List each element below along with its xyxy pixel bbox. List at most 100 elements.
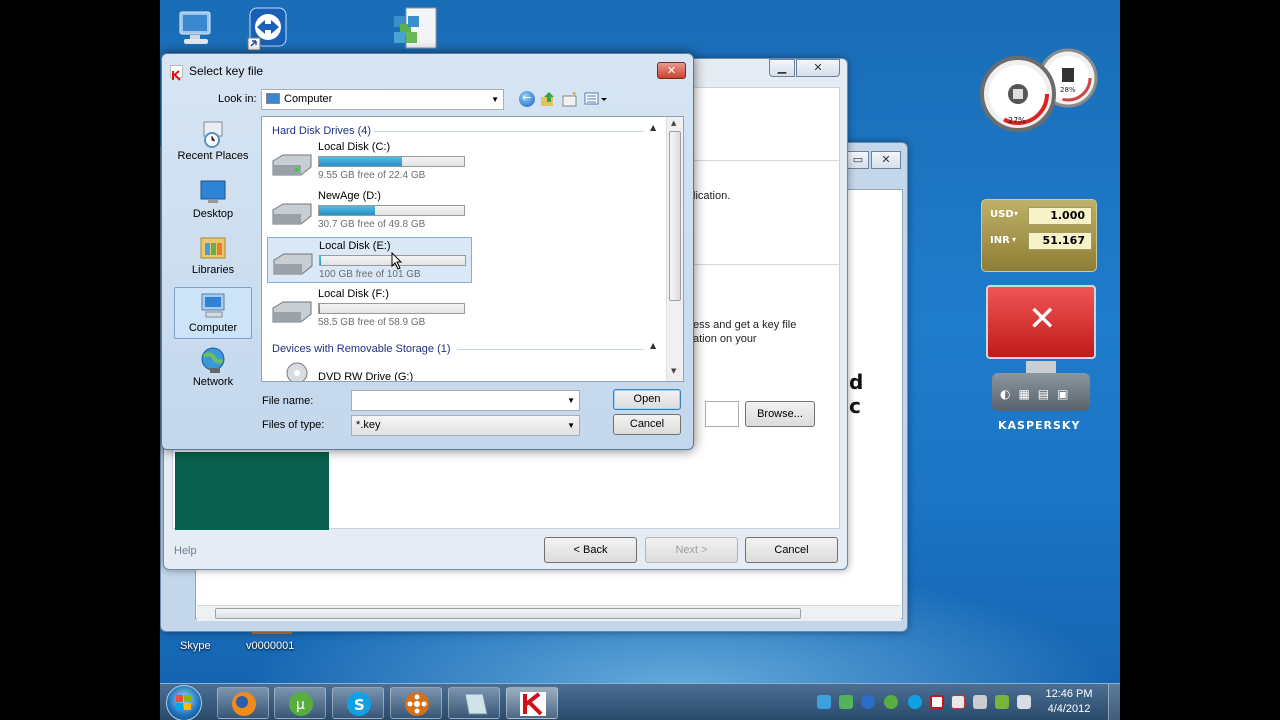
taskbar-media-player[interactable] <box>390 687 442 719</box>
skype-tray-icon[interactable] <box>908 695 922 709</box>
place-libraries[interactable]: Libraries <box>174 234 252 276</box>
registry-file-desktop-icon[interactable] <box>392 6 440 52</box>
flag-tray-icon[interactable] <box>951 695 965 709</box>
hard-disk-icon <box>272 154 312 176</box>
taskbar-utorrent[interactable]: µ <box>274 687 326 719</box>
view-menu-icon[interactable] <box>584 91 608 107</box>
close-button[interactable]: ✕ <box>871 151 901 169</box>
start-button[interactable] <box>166 685 202 720</box>
drive-free-space: 58.5 GB free of 58.9 GB <box>318 317 426 328</box>
clock[interactable]: 12:46 PM 4/4/2012 <box>1040 687 1098 717</box>
dvd-drive-name[interactable]: DVD RW Drive (G:) <box>318 371 413 381</box>
v0000001-desktop-icon[interactable]: v0000001 <box>244 630 304 656</box>
skype-icon: S <box>347 692 371 716</box>
power-tray-icon[interactable] <box>995 695 1009 709</box>
drive-name: Local Disk (F:) <box>318 288 389 300</box>
hard-disk-icon <box>272 203 312 225</box>
horizontal-scrollbar[interactable] <box>197 605 901 621</box>
utorrent-tray-icon[interactable] <box>884 695 898 709</box>
key-path-input[interactable] <box>705 401 739 427</box>
drive-name: Local Disk (E:) <box>319 240 391 252</box>
help-link[interactable]: Help <box>174 545 197 557</box>
group-header-removable[interactable]: Devices with Removable Storage (1) <box>272 343 451 355</box>
kaspersky-tray-icon[interactable] <box>930 695 944 709</box>
drive-usage-bar <box>318 156 465 167</box>
recent-places-icon <box>198 120 228 148</box>
kaspersky-tool-icons[interactable]: ◐▦▤▣ <box>1000 387 1076 401</box>
group-header-hard-disks[interactable]: Hard Disk Drives (4) <box>272 125 371 137</box>
place-desktop-label: Desktop <box>192 208 234 220</box>
clock-time: 12:46 PM <box>1045 688 1093 700</box>
drive-usage-fill <box>319 206 375 215</box>
chevron-down-icon[interactable]: ▼ <box>567 391 575 410</box>
scroll-down-icon[interactable]: ▼ <box>671 367 676 375</box>
select-key-file-dialog: Select key file ✕ Look in: Computer ▼ ← … <box>161 53 694 450</box>
look-in-dropdown[interactable]: Computer ▼ <box>261 89 504 110</box>
drive-usage-fill <box>319 157 403 166</box>
collapse-group-icon[interactable]: ▲ <box>650 123 656 132</box>
drive-item[interactable]: Local Disk (F:) 58.5 GB free of 58.9 GB <box>267 286 472 332</box>
network-tray-icon[interactable] <box>817 695 831 709</box>
drive-free-space: 100 GB free of 101 GB <box>319 269 421 280</box>
close-button[interactable]: ✕ <box>796 59 840 77</box>
restore-button[interactable]: ▭ <box>847 151 869 169</box>
taskbar-skype[interactable]: S <box>332 687 384 719</box>
open-button[interactable]: Open <box>613 389 681 410</box>
bluetooth-tray-icon[interactable] <box>861 695 875 709</box>
drive-name: NewAge (D:) <box>318 190 381 202</box>
drive-usage-bar <box>318 303 465 314</box>
show-desktop-button[interactable] <box>1108 684 1120 720</box>
file-type-dropdown[interactable]: *.key ▼ <box>351 415 580 436</box>
vertical-scrollbar[interactable]: ▲ ▼ <box>666 117 683 381</box>
drive-item[interactable]: Local Disk (C:) 9.55 GB free of 22.4 GB <box>267 139 472 185</box>
teamviewer-tray-icon[interactable] <box>839 695 853 709</box>
drive-item[interactable]: NewAge (D:) 30.7 GB free of 49.8 GB <box>267 188 472 234</box>
file-type-label: Files of type: <box>262 419 325 431</box>
look-in-value: Computer <box>284 93 333 105</box>
browse-button[interactable]: Browse... <box>745 401 815 427</box>
chevron-down-icon: ▼ <box>567 421 575 430</box>
back-button[interactable]: < Back <box>544 537 637 563</box>
dialog-cancel-button[interactable]: Cancel <box>613 414 681 435</box>
currency-gadget[interactable]: USD ▾ 1.000 INR ▾ 51.167 <box>981 199 1097 272</box>
drive-free-space: 30.7 GB free of 49.8 GB <box>318 219 426 230</box>
teamviewer-desktop-icon[interactable] <box>246 6 292 52</box>
volume-tray-icon[interactable] <box>1017 695 1031 709</box>
place-network[interactable]: Network <box>174 346 252 388</box>
inr-dropdown-icon[interactable]: ▾ <box>1012 235 1016 244</box>
collapse-group-icon[interactable]: ▲ <box>650 341 656 350</box>
back-navigation-icon[interactable]: ← <box>519 91 535 107</box>
dialog-close-button[interactable]: ✕ <box>657 62 686 79</box>
computer-icon <box>198 292 228 320</box>
place-recent[interactable]: Recent Places <box>174 120 252 162</box>
usd-label[interactable]: USD <box>990 209 1014 220</box>
minimize-button[interactable]: ▁ <box>769 59 795 77</box>
desktop: Skype v0000001 27% 28% USD ▾ 1.000 INR ▾… <box>160 0 1120 720</box>
taskbar-app[interactable] <box>448 687 500 719</box>
hardware-tray-icon[interactable] <box>973 695 987 709</box>
file-name-label: File name: <box>262 395 314 407</box>
next-button[interactable]: Next > <box>645 537 738 563</box>
wizard-cancel-button[interactable]: Cancel <box>745 537 838 563</box>
taskbar-kaspersky[interactable] <box>506 687 558 719</box>
file-name-input[interactable]: ▼ <box>351 390 580 411</box>
new-folder-icon[interactable] <box>562 91 578 107</box>
drive-item-selected[interactable]: Local Disk (E:) 100 GB free of 101 GB <box>267 237 472 283</box>
place-desktop[interactable]: Desktop <box>174 178 252 220</box>
taskbar-firefox[interactable] <box>217 687 269 719</box>
usd-dropdown-icon[interactable]: ▾ <box>1014 209 1018 218</box>
up-folder-icon[interactable] <box>540 91 556 107</box>
look-in-label: Look in: <box>218 93 257 105</box>
scroll-up-icon[interactable]: ▲ <box>671 119 676 127</box>
scroll-thumb[interactable] <box>215 608 801 619</box>
computer-icon <box>266 93 280 104</box>
computer-desktop-icon[interactable] <box>174 8 220 50</box>
svg-text:S: S <box>354 696 365 714</box>
scroll-thumb[interactable] <box>669 131 681 301</box>
kaspersky-gadget[interactable]: ✕ ◐▦▤▣ KASPERSKY <box>984 285 1100 435</box>
inr-label[interactable]: INR <box>990 235 1010 246</box>
place-computer[interactable]: Computer <box>174 287 252 339</box>
file-list-view[interactable]: Hard Disk Drives (4) ▲ Local Disk (C:) 9… <box>261 116 684 382</box>
cpu-meter-gadget[interactable]: 27% 28% <box>978 46 1098 138</box>
file-type-value: *.key <box>356 419 381 431</box>
